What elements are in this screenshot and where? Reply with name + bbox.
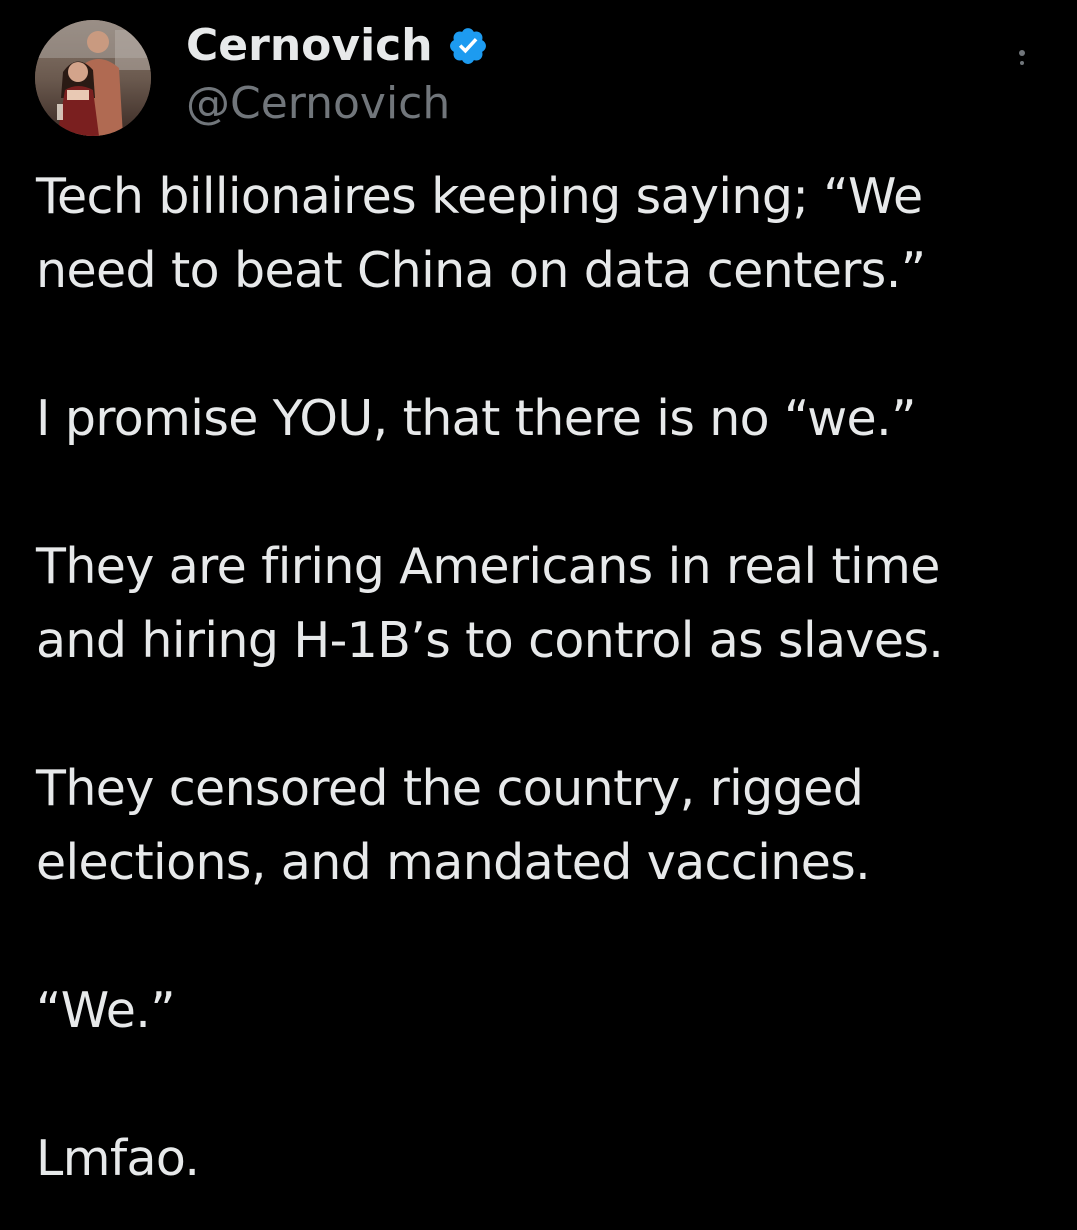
tweet-line: I promise YOU, that there is no “we.” [36,390,916,447]
tweet-paragraph: They censored the country, rigged electi… [36,752,1056,900]
tweet-paragraph: Tech billionaires keeping saying; “We ne… [36,160,1056,308]
author-display-name[interactable]: Cernovich [186,16,433,76]
tweet-paragraph: They are firing Americans in real time a… [36,530,1056,678]
verified-badge-icon [447,25,489,67]
author-handle[interactable]: @Cernovich [186,74,450,134]
tweet-line: Tech billionaires keeping saying; “We [36,168,923,225]
tweet-paragraph: “We.” [36,974,1056,1048]
tweet-line: need to beat China on data centers.” [36,242,926,299]
tweet-line: Lmfao. [36,1130,200,1187]
tweet-line: and hiring H-1B’s to control as slaves. [36,612,944,669]
tweet-line: “We.” [36,982,176,1039]
tweet-paragraph: I promise YOU, that there is no “we.” [36,382,1056,456]
more-options-icon[interactable] [1010,44,1034,74]
profile-avatar[interactable] [35,20,151,136]
author-name-row: Cernovich [186,16,489,76]
tweet-paragraph: Lmfao. [36,1122,1056,1196]
tweet-line: They censored the country, rigged [36,760,864,817]
tweet-line: They are firing Americans in real time [36,538,940,595]
tweet-line: elections, and mandated vaccines. [36,834,871,891]
tweet: Cernovich @Cernovich Tech billionaires k… [0,0,1077,1230]
tweet-text: Tech billionaires keeping saying; “We ne… [36,160,1056,1196]
